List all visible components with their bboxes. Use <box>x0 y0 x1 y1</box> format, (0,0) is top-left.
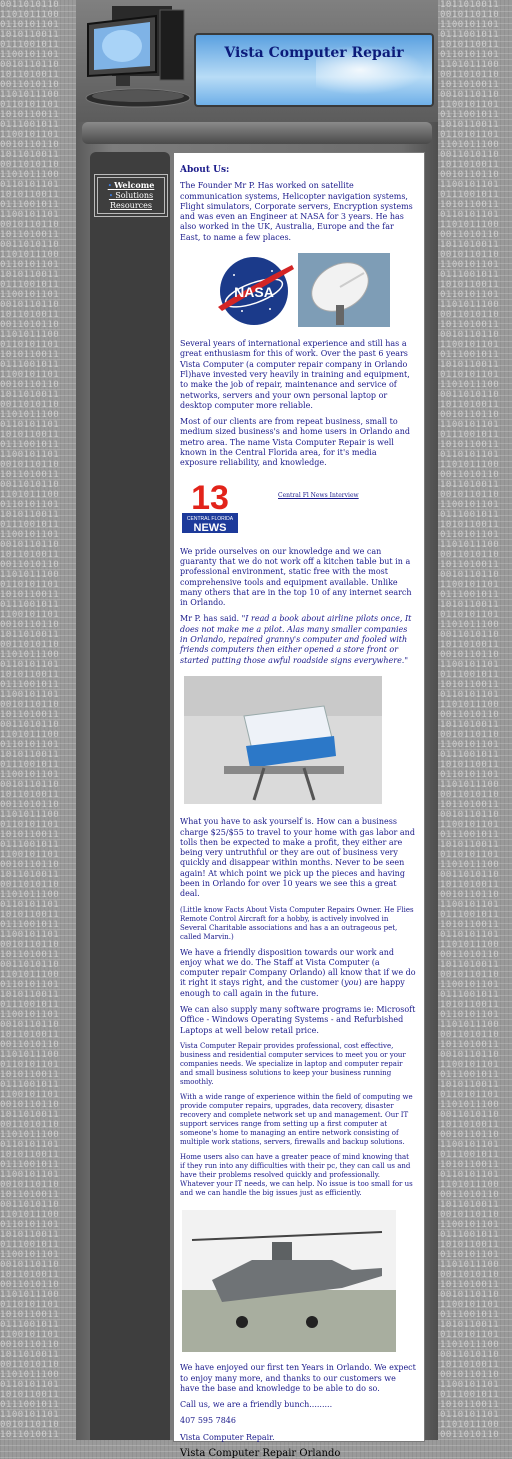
news-number: 13 <box>191 479 229 517</box>
ten-years-paragraph: We have enjoyed our first ten Years in O… <box>180 1363 416 1393</box>
satellite-dish-image <box>298 253 390 328</box>
flight-simulator-image <box>184 675 382 804</box>
quote-paragraph: Mr P. has said. "I read a book about air… <box>180 614 416 665</box>
nav-menu: • Welcome • Solutions Resources <box>94 174 168 217</box>
logo-row: NASA <box>180 249 416 331</box>
news-row: 13 CENTRAL FLORIDA NEWS Central Fl News … <box>180 475 416 539</box>
news-line2: NEWS <box>194 522 227 534</box>
news-interview-link[interactable]: Central Fl News Interview <box>278 491 359 501</box>
facts-paragraph: (Little know Facts About Vista Computer … <box>180 905 414 941</box>
title-banner: Vista Computer Repair <box>194 33 434 107</box>
disposition-paragraph: We have a friendly disposition towards o… <box>180 948 416 999</box>
services-paragraph: Vista Computer Repair provides professio… <box>180 1041 406 1086</box>
software-paragraph: We can also supply many software program… <box>180 1005 416 1035</box>
quote-prefix: Mr P. has said. <box>180 614 242 624</box>
nasa-logo-icon: NASA <box>218 257 294 326</box>
disposition-you: you <box>344 978 359 988</box>
nav-item-solutions[interactable]: • Solutions <box>98 191 164 201</box>
pride-paragraph: We pride ourselves on our knowledge and … <box>180 546 412 608</box>
call-us-text: Call us, we are a friendly bunch........… <box>180 1400 333 1410</box>
page-frame: Vista Computer Repair • Welcome • Soluti… <box>76 0 438 1459</box>
central-florida-news-logo: 13 CENTRAL FLORIDA NEWS <box>180 476 240 535</box>
binary-background-left: 0011010110 1101011100 0110101101 1010110… <box>0 0 60 1440</box>
charges-paragraph: What you have to ask yourself is. How ca… <box>180 817 415 899</box>
clients-paragraph: Most of our clients are from repeat busi… <box>180 417 410 468</box>
nasa-logo-text: NASA <box>234 284 274 300</box>
site-title: Vista Computer Repair <box>224 45 404 61</box>
header: Vista Computer Repair <box>76 0 438 122</box>
company-name: Vista Computer Repair. <box>180 1432 275 1442</box>
phone-number[interactable]: 407 595 7846 <box>180 1416 416 1426</box>
sidebar: • Welcome • Solutions Resources <box>90 152 170 1440</box>
experience-paragraph: Several years of international experienc… <box>180 339 410 410</box>
computer-monitor-icon <box>85 6 191 108</box>
nav-item-resources[interactable]: Resources <box>98 201 164 211</box>
nav-item-welcome[interactable]: • Welcome <box>98 180 164 191</box>
about-paragraph: The Founder Mr P. Has worked on satellit… <box>180 181 413 242</box>
header-divider-bar <box>82 122 432 144</box>
main-content: About Us: The Founder Mr P. Has worked o… <box>173 152 425 1459</box>
range-paragraph: With a wide range of experience within t… <box>180 1092 413 1146</box>
helicopter-image <box>182 1209 396 1352</box>
footer-title: Vista Computer Repair Orlando <box>180 1448 341 1459</box>
about-heading: About Us: <box>180 165 230 175</box>
binary-background-right: 1011010011 0010110110 1100101101 0111001… <box>440 0 500 1440</box>
home-users-paragraph: Home users also can have a greater peace… <box>180 1152 413 1197</box>
